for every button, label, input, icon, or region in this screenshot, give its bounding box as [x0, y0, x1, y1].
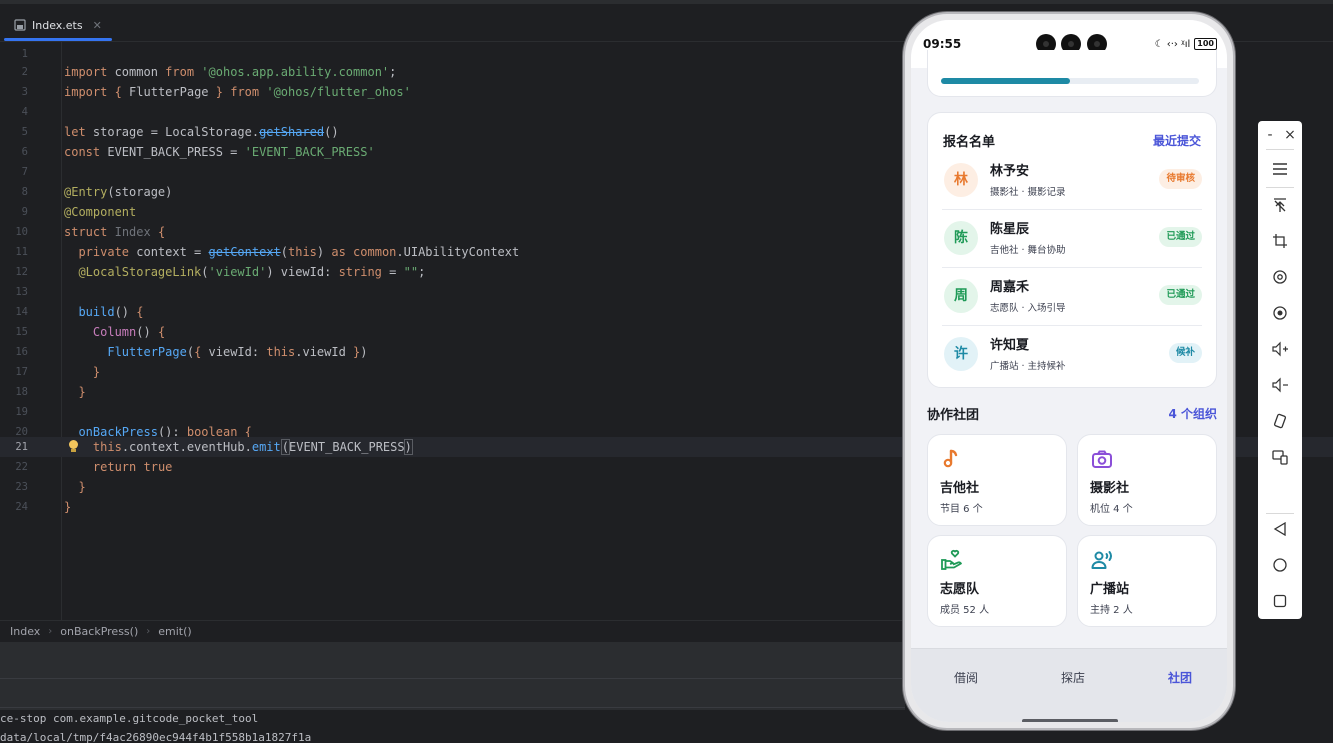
pin-icon[interactable]: [1270, 195, 1290, 215]
rotate-icon[interactable]: [1270, 267, 1290, 287]
club-name: 广播站: [1090, 582, 1130, 597]
entry-name: 林予安: [990, 164, 1030, 179]
close-tab-icon[interactable]: ✕: [93, 19, 102, 32]
nav-tab-borrow[interactable]: 借阅: [954, 669, 978, 686]
status-time: 09:55: [923, 37, 962, 51]
menu-icon[interactable]: [1270, 159, 1290, 179]
phone-screen[interactable]: 09:55 ☾ ‹·› ᵡıl 100 报名名单 最近提交 林 林予安 摄影社 …: [911, 20, 1227, 722]
entry-name: 陈星辰: [990, 222, 1030, 237]
status-badge: 已通过: [1159, 227, 1202, 247]
recents-icon[interactable]: [1270, 591, 1290, 611]
music-note-icon: [940, 447, 964, 471]
crop-icon[interactable]: [1270, 231, 1290, 251]
club-name: 摄影社: [1090, 481, 1130, 496]
camera-icon: [1090, 447, 1114, 471]
entry-detail: 广播站 · 主持候补: [990, 361, 1066, 372]
avatar: 许: [944, 337, 978, 371]
progress-bar: [941, 78, 1199, 84]
registration-entry[interactable]: 周 周嘉禾 志愿队 · 入场引导 已通过: [942, 268, 1202, 326]
registration-entry[interactable]: 许 许知夏 广播站 · 主持候补 候补: [942, 326, 1202, 384]
chevron-right-icon: ›: [146, 626, 151, 637]
entry-detail: 摄影社 · 摄影记录: [990, 187, 1066, 198]
bottom-navigation: 借阅 探店 社团: [911, 648, 1227, 722]
ets-file-icon: [14, 19, 26, 31]
entry-detail: 吉他社 · 舞台协助: [990, 245, 1066, 256]
club-detail: 成员 52 人: [940, 605, 990, 616]
club-detail: 主持 2 人: [1090, 605, 1133, 616]
status-badge: 待审核: [1159, 169, 1202, 189]
progress-bar-fill: [941, 78, 1070, 84]
status-badge: 已通过: [1159, 285, 1202, 305]
volume-down-icon[interactable]: [1270, 375, 1290, 395]
bottom-tool-panel: ce-stop com.example.gitcode_pocket_tool …: [0, 642, 905, 743]
breadcrumb-item[interactable]: emit(): [158, 625, 191, 638]
nav-tab-clubs[interactable]: 社团: [1168, 669, 1192, 686]
avatar: 林: [944, 163, 978, 197]
recent-submissions-link[interactable]: 最近提交: [1153, 132, 1201, 149]
home-indicator[interactable]: [1022, 719, 1118, 722]
club-detail: 机位 4 个: [1090, 504, 1133, 515]
battery-icon: 100: [1194, 38, 1217, 50]
clubs-title: 协作社团: [927, 408, 980, 423]
club-name: 志愿队: [940, 582, 980, 597]
minimize-button[interactable]: -: [1260, 125, 1280, 145]
close-window-button[interactable]: ×: [1280, 125, 1300, 145]
divider: [1266, 187, 1294, 188]
entry-name: 周嘉禾: [990, 280, 1030, 295]
club-name: 吉他社: [940, 481, 980, 496]
console-line: ce-stop com.example.gitcode_pocket_tool: [0, 712, 259, 725]
back-icon[interactable]: [1270, 519, 1290, 539]
registration-card: 报名名单 最近提交 林 林予安 摄影社 · 摄影记录 待审核 陈 陈星辰 吉他社…: [927, 112, 1217, 388]
run-console[interactable]: ce-stop com.example.gitcode_pocket_tool …: [0, 710, 905, 743]
volunteer-heart-hand-icon: [940, 548, 964, 572]
club-card-volunteer[interactable]: 志愿队 成员 52 人: [927, 535, 1067, 627]
chevron-right-icon: ›: [48, 626, 53, 637]
divider: [1266, 513, 1294, 514]
breadcrumb-item[interactable]: onBackPress(): [60, 625, 138, 638]
avatar: 周: [944, 279, 978, 313]
registration-title: 报名名单: [943, 135, 996, 150]
club-card-broadcast[interactable]: 广播站 主持 2 人: [1077, 535, 1217, 627]
emulator-toolbar: - ×: [1258, 121, 1302, 619]
club-card-photo[interactable]: 摄影社 机位 4 个: [1077, 434, 1217, 526]
multi-screen-icon[interactable]: [1270, 447, 1290, 467]
panel-toolbar: [0, 678, 905, 708]
broadcast-person-icon: [1090, 548, 1114, 572]
status-icons: ☾ ‹·› ᵡıl 100: [1155, 38, 1217, 50]
console-line: data/local/tmp/f4ac26890ec944f4b1f558b1a…: [0, 731, 312, 743]
registration-entry[interactable]: 陈 陈星辰 吉他社 · 舞台协助 已通过: [942, 210, 1202, 268]
tab-bar-top-strip: [0, 0, 1333, 4]
screenshot-icon[interactable]: [1270, 303, 1290, 323]
phone-emulator-frame: 09:55 ☾ ‹·› ᵡıl 100 报名名单 最近提交 林 林予安 摄影社 …: [903, 12, 1235, 730]
divider: [1266, 149, 1294, 150]
tab-label: Index.ets: [32, 18, 83, 32]
entry-detail: 志愿队 · 入场引导: [990, 303, 1066, 314]
club-detail: 节目 6 个: [940, 504, 983, 515]
status-indicators: ☾ ‹·› ᵡıl: [1154, 38, 1191, 50]
breadcrumb: Index › onBackPress() › emit(): [0, 620, 905, 642]
volume-up-icon[interactable]: [1270, 339, 1290, 359]
registration-entry[interactable]: 林 林予安 摄影社 · 摄影记录 待审核: [942, 152, 1202, 210]
home-icon[interactable]: [1270, 555, 1290, 575]
progress-card: [927, 50, 1217, 97]
entry-name: 许知夏: [990, 338, 1030, 353]
tab-index-ets[interactable]: Index.ets ✕: [4, 10, 112, 41]
status-badge: 候补: [1168, 343, 1202, 363]
active-tab-indicator: [4, 38, 112, 41]
clubs-count-link[interactable]: 4 个组织: [1168, 405, 1217, 422]
breadcrumb-item[interactable]: Index: [10, 625, 40, 638]
rotate-device-icon[interactable]: [1270, 411, 1290, 431]
club-card-guitar[interactable]: 吉他社 节目 6 个: [927, 434, 1067, 526]
avatar: 陈: [944, 221, 978, 255]
nav-tab-shops[interactable]: 探店: [1061, 669, 1085, 686]
